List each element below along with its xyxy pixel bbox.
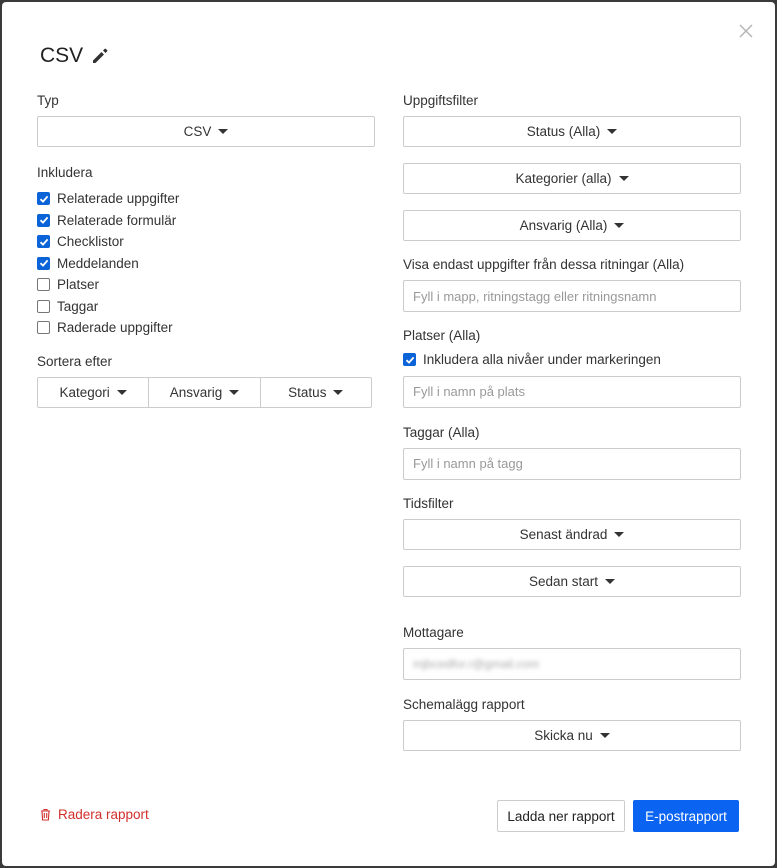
delete-report-label: Radera rapport: [58, 807, 149, 822]
schedule-dropdown[interactable]: Skicka nu: [403, 719, 741, 751]
caret-down-icon: [605, 578, 616, 584]
since-start-dropdown[interactable]: Sedan start: [403, 565, 741, 597]
caret-down-icon: [618, 176, 629, 181]
tags-input-placeholder: Fyll i namn på tagg: [413, 456, 523, 471]
report-modal: CSV Typ CSV Inkludera Relaterade uppgift…: [2, 2, 775, 866]
email-report-button[interactable]: E-postrapport: [633, 800, 739, 832]
tags-input[interactable]: Fyll i namn på tagg: [403, 447, 741, 480]
include-option-checkbox[interactable]: [37, 235, 50, 249]
caret-down-icon: [614, 223, 625, 228]
include-option-checkbox[interactable]: [37, 321, 50, 335]
include-levels-checkbox[interactable]: [403, 353, 416, 367]
time-filter-label: Tidsfilter: [403, 495, 454, 511]
categories-dropdown-value: Kategorier (alla): [515, 171, 612, 186]
delete-report-button[interactable]: Radera rapport: [40, 807, 149, 822]
responsible-dropdown-value: Ansvarig (Alla): [519, 218, 608, 233]
right-column: Uppgiftsfilter Status (Alla) Kategorier …: [403, 92, 741, 751]
include-option-checkbox[interactable]: [37, 256, 50, 270]
include-option-label: Relaterade formulär: [57, 212, 177, 228]
include-option-row[interactable]: Checklistor: [37, 231, 375, 253]
include-option-label: Platser: [57, 277, 100, 293]
include-label: Inkludera: [37, 165, 93, 180]
status-dropdown[interactable]: Status (Alla): [403, 116, 741, 147]
caret-down-icon: [614, 531, 625, 537]
left-column: Typ CSV Inkludera Relaterade uppgifter Re…: [37, 92, 375, 408]
pencil-icon[interactable]: [91, 47, 109, 65]
include-option-row[interactable]: Meddelanden: [37, 253, 375, 275]
include-option-label: Meddelanden: [57, 255, 139, 271]
include-option-row[interactable]: Taggar: [37, 296, 375, 318]
since-start-dropdown-value: Sedan start: [528, 573, 599, 589]
sort-button-group: Kategori Ansvarig Status: [37, 376, 372, 408]
sort-label: Sortera efter: [37, 353, 113, 369]
include-option-checkbox[interactable]: [37, 213, 50, 227]
include-levels-label: Inkludera alla nivåer under markeringen: [423, 352, 661, 368]
schedule-label: Schemalägg rapport: [403, 696, 525, 712]
sort-responsible-button[interactable]: Ansvarig: [148, 377, 259, 407]
schedule-dropdown-value: Skicka nu: [534, 727, 593, 743]
include-option-label: Raderade uppgifter: [57, 320, 173, 336]
status-dropdown-value: Status (Alla): [526, 124, 601, 139]
caret-down-icon: [333, 389, 344, 395]
recipients-label: Mottagare: [403, 624, 464, 640]
sort-category-button[interactable]: Kategori: [38, 378, 148, 407]
sort-status-button[interactable]: Status: [259, 377, 371, 407]
trash-icon: [40, 808, 51, 821]
last-modified-dropdown-value: Senast ändrad: [519, 526, 608, 542]
drawings-input[interactable]: Fyll i mapp, ritningstagg eller ritnings…: [403, 280, 741, 312]
include-option-checkbox[interactable]: [37, 278, 50, 292]
tags-label: Taggar (Alla): [403, 424, 480, 440]
places-input[interactable]: Fyll i namn på plats: [403, 375, 741, 408]
categories-dropdown[interactable]: Kategorier (alla): [403, 163, 741, 194]
include-list: Relaterade uppgifter Relaterade formulär C…: [37, 188, 375, 339]
type-dropdown[interactable]: CSV: [37, 116, 375, 147]
include-option-row[interactable]: Relaterade uppgifter: [37, 188, 375, 210]
places-label: Platser (Alla): [403, 328, 481, 343]
report-title: CSV: [40, 44, 84, 67]
task-filter-label: Uppgiftsfilter: [403, 93, 479, 108]
include-option-row[interactable]: Platser: [37, 274, 375, 296]
drawings-label: Visa endast uppgifter från dessa ritning…: [403, 257, 685, 272]
sort-responsible-label: Ansvarig: [169, 384, 223, 400]
recipient-email-value: mjbcedfor.r@gmail.com: [413, 656, 540, 671]
title-row: CSV: [40, 44, 109, 68]
include-option-checkbox[interactable]: [37, 299, 50, 313]
include-option-label: Relaterade uppgifter: [57, 191, 180, 207]
sort-category-label: Kategori: [59, 384, 110, 400]
sort-status-label: Status: [288, 384, 327, 400]
places-input-placeholder: Fyll i namn på plats: [413, 384, 525, 399]
include-option-label: Checklistor: [57, 234, 124, 250]
include-option-checkbox[interactable]: [37, 192, 50, 206]
include-option-label: Taggar: [57, 298, 99, 314]
close-icon[interactable]: [737, 22, 755, 40]
caret-down-icon: [229, 389, 240, 395]
caret-down-icon: [116, 389, 127, 395]
download-report-button[interactable]: Ladda ner rapport: [497, 800, 625, 832]
last-modified-dropdown[interactable]: Senast ändrad: [403, 518, 741, 550]
caret-down-icon: [218, 129, 229, 134]
type-label: Typ: [37, 93, 59, 108]
include-levels-row[interactable]: Inkludera alla nivåer under markeringen: [403, 349, 741, 371]
include-option-row[interactable]: Relaterade formulär: [37, 210, 375, 232]
recipient-email-input[interactable]: mjbcedfor.r@gmail.com: [403, 647, 741, 680]
caret-down-icon: [599, 732, 610, 738]
include-option-row[interactable]: Raderade uppgifter: [37, 317, 375, 339]
caret-down-icon: [607, 129, 618, 134]
type-dropdown-value: CSV: [183, 124, 212, 139]
responsible-dropdown[interactable]: Ansvarig (Alla): [403, 210, 741, 241]
drawings-input-placeholder: Fyll i mapp, ritningstagg eller ritnings…: [413, 288, 657, 304]
